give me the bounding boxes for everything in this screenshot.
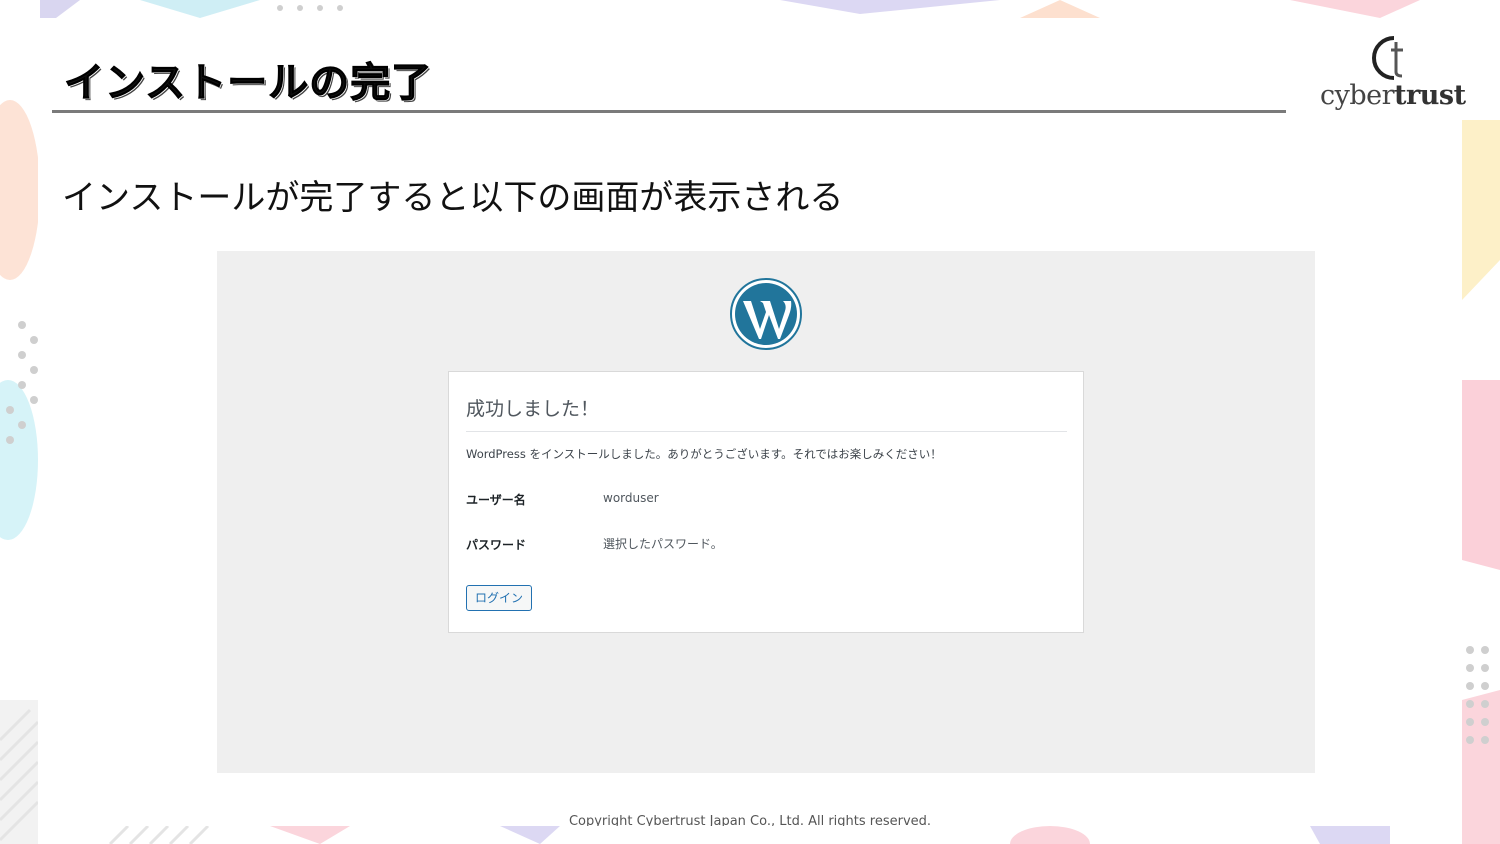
password-value: 選択したパスワード。 bbox=[603, 537, 723, 551]
slide: インストールの完了 cybertrust インストールが完了すると以下の画面が表… bbox=[38, 18, 1466, 826]
slide-title: インストールの完了 bbox=[63, 60, 433, 107]
username-label: ユーザー名 bbox=[466, 493, 526, 507]
username-value: worduser bbox=[603, 491, 659, 505]
success-heading: 成功しました！ bbox=[466, 394, 1067, 432]
cybertrust-logo: cybertrust bbox=[1320, 34, 1466, 118]
password-label: パスワード bbox=[466, 538, 527, 552]
success-card: 成功しました！ WordPress をインストールしました。ありがとうございます… bbox=[448, 371, 1084, 633]
logo-wordmark: cybertrust bbox=[1320, 80, 1466, 111]
success-message: WordPress をインストールしました。ありがとうございます。それではお楽し… bbox=[466, 447, 942, 461]
cybertrust-logo-icon bbox=[1372, 36, 1403, 80]
title-bar: インストールの完了 bbox=[52, 48, 1286, 113]
footer-copyright: Copyright Cybertrust Japan Co., Ltd. All… bbox=[568, 814, 932, 826]
slide-subtitle: インストールが完了すると以下の画面が表示される bbox=[62, 178, 844, 218]
login-button[interactable]: ログイン bbox=[466, 585, 532, 611]
logo-text-light: cyber bbox=[1320, 80, 1395, 111]
wordpress-logo-icon bbox=[730, 278, 802, 350]
wordpress-screenshot: 成功しました！ WordPress をインストールしました。ありがとうございます… bbox=[217, 251, 1315, 773]
logo-text-bold: trust bbox=[1394, 80, 1466, 111]
